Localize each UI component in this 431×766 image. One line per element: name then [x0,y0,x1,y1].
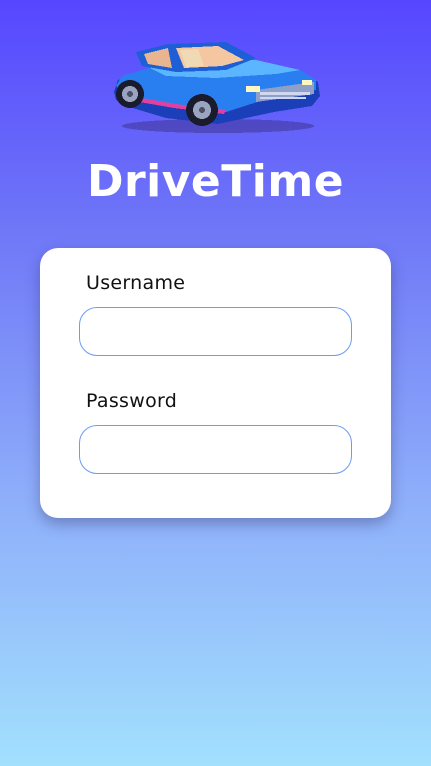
login-card: Username Password [40,248,391,518]
password-input[interactable] [79,425,352,474]
app-title: DriveTime [86,156,345,207]
password-label: Password [86,390,178,412]
car-logo-icon [106,40,322,136]
username-label: Username [86,272,186,294]
username-input[interactable] [79,307,352,356]
